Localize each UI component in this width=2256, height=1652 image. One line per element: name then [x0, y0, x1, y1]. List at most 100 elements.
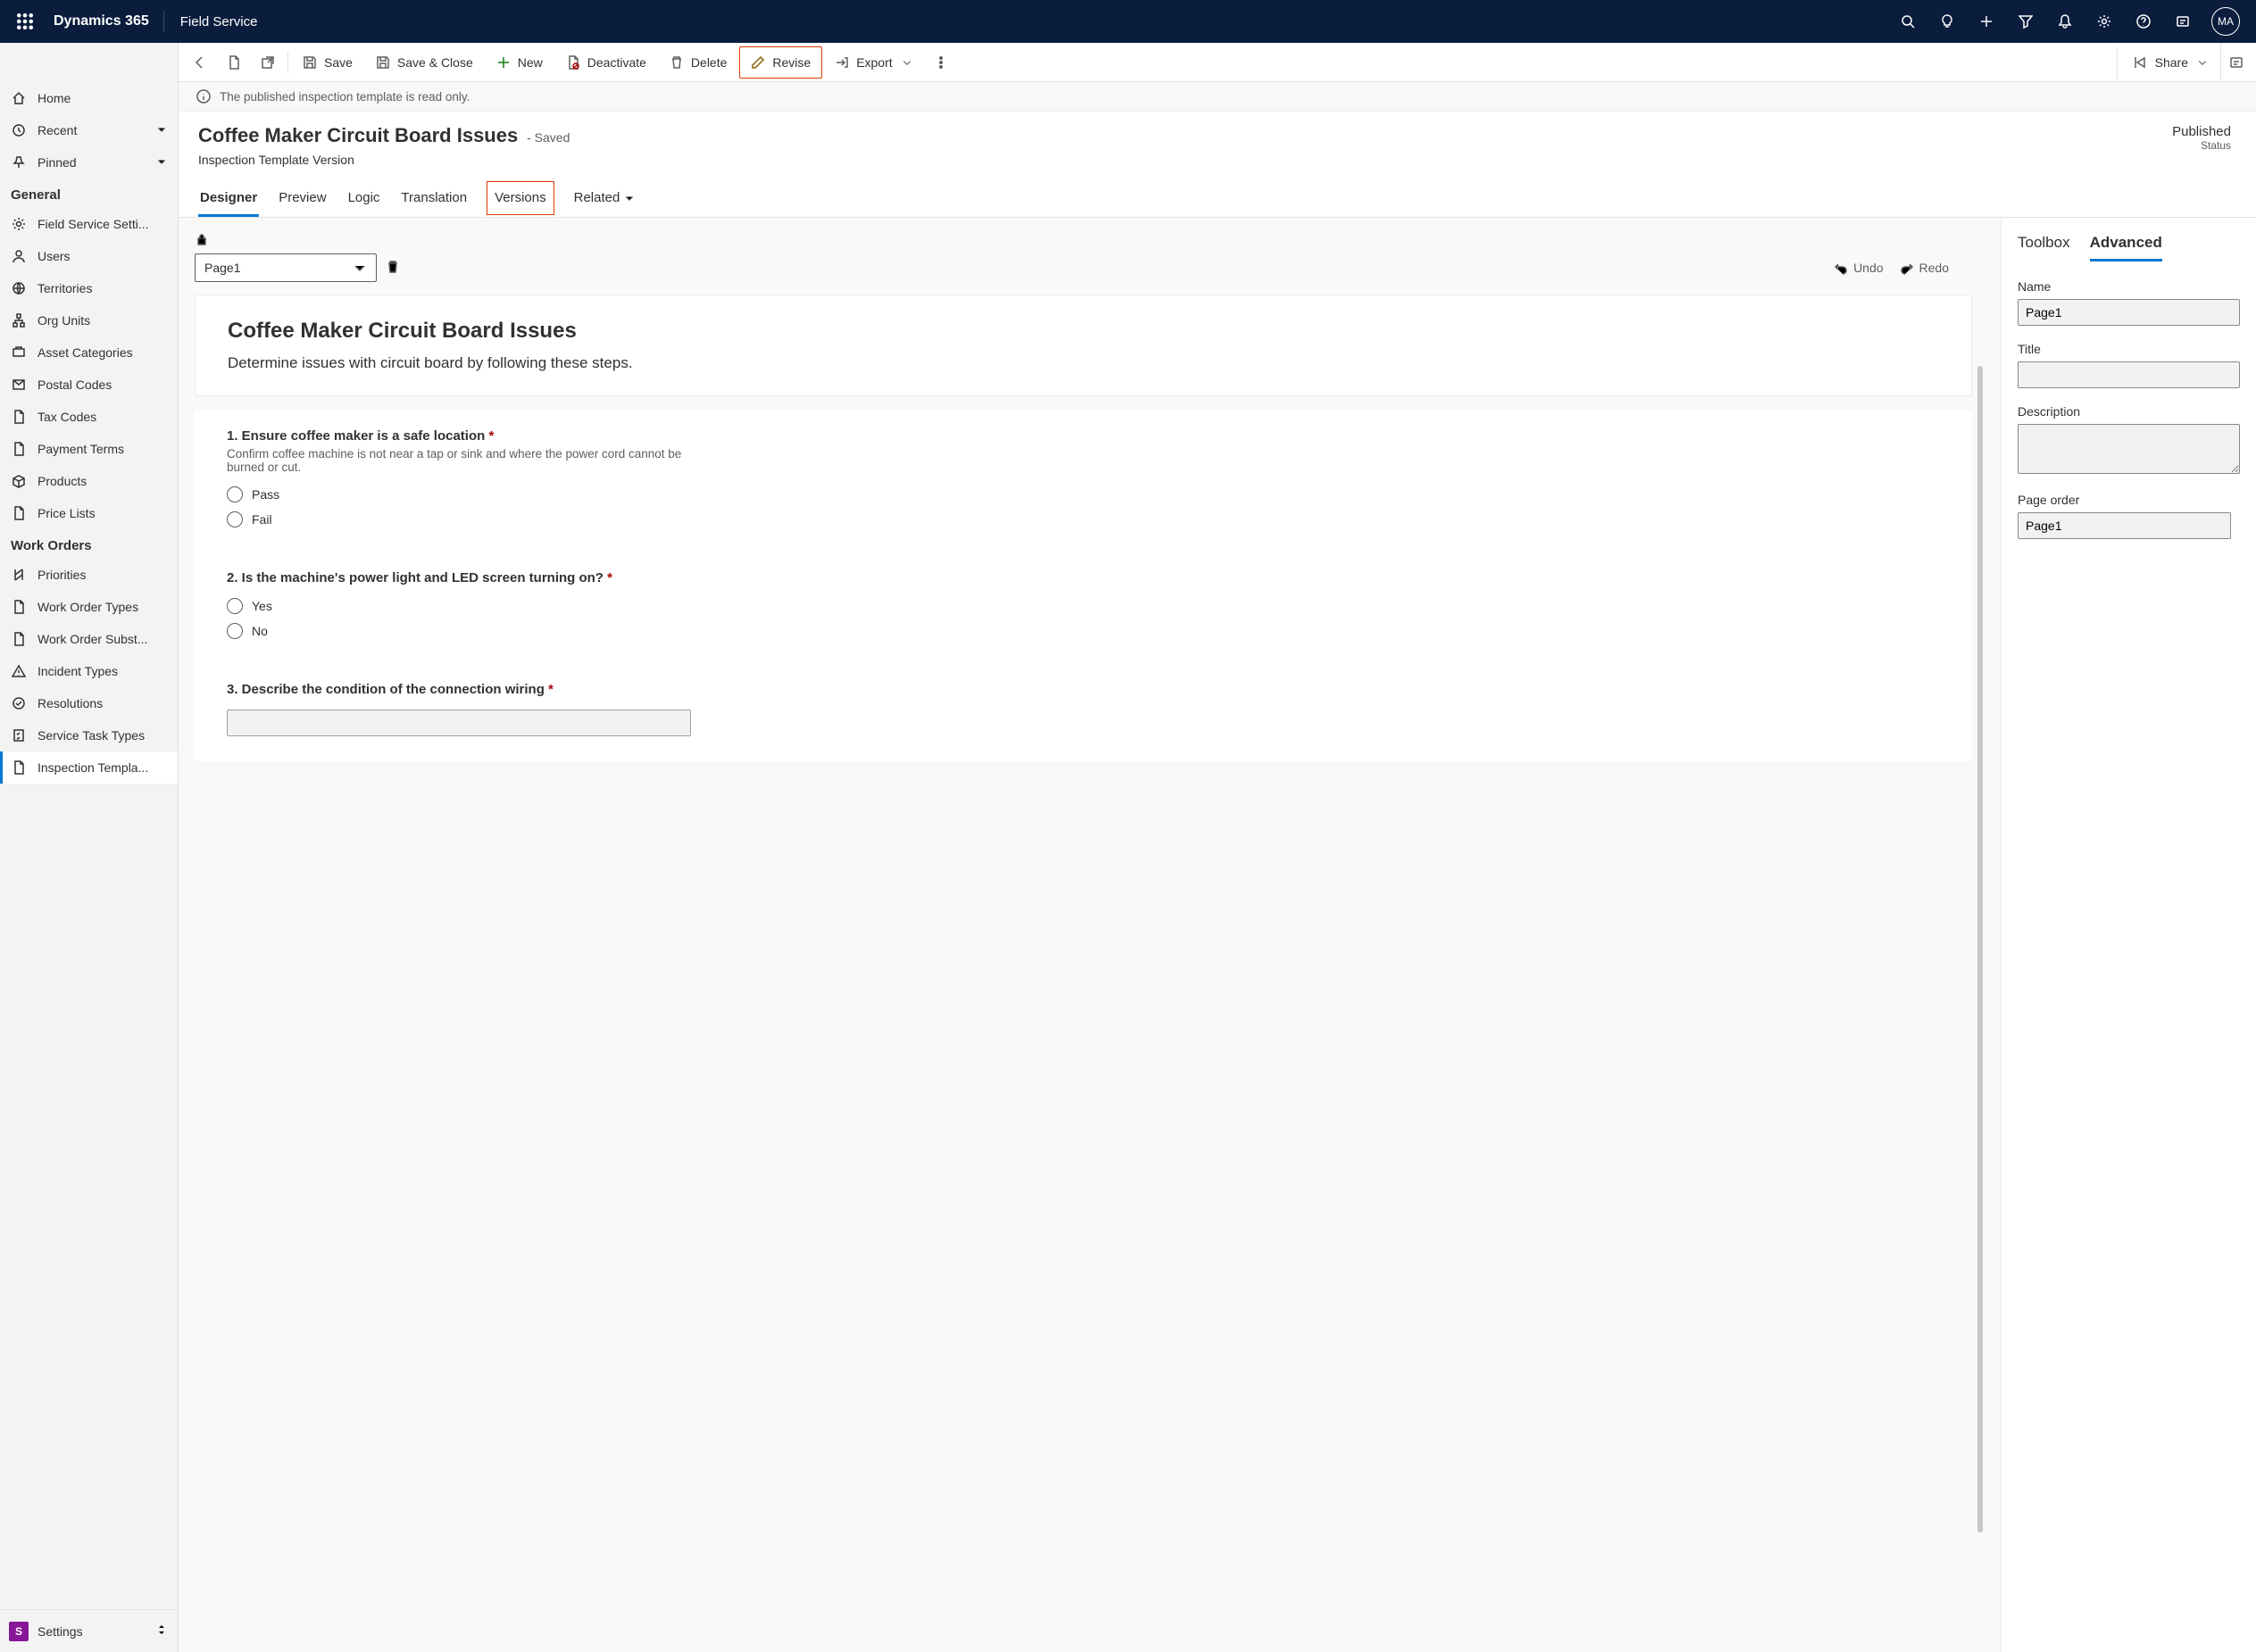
tab-logic[interactable]: Logic [346, 181, 382, 217]
nav-item[interactable]: Price Lists [0, 497, 178, 529]
export-button[interactable]: Export [824, 46, 922, 79]
saved-indicator: - Saved [527, 130, 570, 145]
advanced-find-icon[interactable] [2006, 0, 2045, 43]
tab-versions[interactable]: Versions [487, 181, 554, 215]
brand-label[interactable]: Dynamics 365 [43, 13, 160, 29]
notifications-icon[interactable] [2045, 0, 2085, 43]
nav-item[interactable]: Org Units [0, 304, 178, 336]
deactivate-button[interactable]: Deactivate [555, 46, 657, 79]
lock-icon [195, 232, 209, 246]
nav-item[interactable]: Work Order Subst... [0, 623, 178, 655]
chevron-updown-icon [154, 1623, 169, 1640]
scrollbar[interactable] [1977, 366, 1983, 1532]
open-new-window-button[interactable] [252, 46, 284, 79]
overflow-button[interactable] [925, 46, 957, 79]
status-value: Published [2172, 124, 2231, 139]
radio-option[interactable]: Yes [227, 598, 1940, 614]
nav-item-recent[interactable]: Recent [0, 114, 178, 146]
question-block[interactable]: 3. Describe the condition of the connect… [195, 664, 1972, 761]
search-icon[interactable] [1888, 0, 1927, 43]
back-button[interactable] [184, 46, 216, 79]
tab-designer[interactable]: Designer [198, 181, 259, 217]
panel-tab-advanced[interactable]: Advanced [2090, 234, 2162, 261]
nav-collapse-button[interactable] [0, 43, 178, 82]
nav-item[interactable]: Inspection Templa... [0, 751, 178, 784]
page-selector[interactable]: Page1 [195, 253, 377, 282]
inspection-description: Determine issues with circuit board by f… [228, 354, 1939, 372]
area-label: Settings [37, 1624, 83, 1639]
status-label: Status [2172, 139, 2231, 152]
header-divider [163, 11, 164, 32]
field-page-order-input[interactable] [2018, 512, 2231, 539]
redo-button[interactable]: Redo [1900, 261, 1949, 275]
site-map-nav: HomeRecentPinnedGeneralField Service Set… [0, 43, 179, 1652]
tab-translation[interactable]: Translation [399, 181, 469, 217]
field-name-input[interactable] [2018, 299, 2240, 326]
question-block[interactable]: 1. Ensure coffee maker is a safe locatio… [195, 411, 1972, 552]
nav-item[interactable]: Users [0, 240, 178, 272]
field-name-label: Name [2018, 279, 2240, 294]
save-button[interactable]: Save [292, 46, 363, 79]
radio-option[interactable]: No [227, 623, 1940, 639]
question-help: Confirm coffee machine is not near a tap… [227, 447, 709, 474]
field-description-input[interactable] [2018, 424, 2240, 474]
revise-button[interactable]: Revise [739, 46, 822, 79]
new-button[interactable]: New [486, 46, 554, 79]
text-answer-input[interactable] [227, 710, 691, 736]
tab-related[interactable]: Related [572, 181, 637, 217]
form-tabs: Designer Preview Logic Translation Versions R… [179, 181, 2256, 218]
field-description-label: Description [2018, 404, 2240, 419]
nav-item[interactable]: Incident Types [0, 655, 178, 687]
area-badge: S [9, 1622, 29, 1641]
undo-button[interactable]: Undo [1834, 261, 1883, 275]
radio-icon [227, 486, 243, 502]
assistant-panel-icon[interactable] [2163, 0, 2202, 43]
nav-item[interactable]: Field Service Setti... [0, 208, 178, 240]
nav-item[interactable]: Payment Terms [0, 433, 178, 465]
inspection-header-card[interactable]: Coffee Maker Circuit Board Issues Determ… [195, 295, 1972, 396]
nav-item[interactable]: Postal Codes [0, 369, 178, 401]
info-message: The published inspection template is rea… [220, 90, 470, 104]
top-header: Dynamics 365 Field Service MA [0, 0, 2256, 43]
nav-item[interactable]: Asset Categories [0, 336, 178, 369]
question-title: 3. Describe the condition of the connect… [227, 682, 1940, 697]
user-avatar[interactable]: MA [2211, 7, 2240, 36]
help-icon[interactable] [2124, 0, 2163, 43]
nav-item[interactable]: Resolutions [0, 687, 178, 719]
nav-item[interactable]: Work Order Types [0, 591, 178, 623]
app-launcher-icon[interactable] [7, 0, 43, 43]
save-close-button[interactable]: Save & Close [365, 46, 484, 79]
question-title: 1. Ensure coffee maker is a safe locatio… [227, 428, 1940, 444]
tab-preview[interactable]: Preview [277, 181, 328, 217]
assistant-toggle-button[interactable] [2220, 43, 2251, 81]
nav-item[interactable]: Territories [0, 272, 178, 304]
settings-gear-icon[interactable] [2085, 0, 2124, 43]
radio-option[interactable]: Fail [227, 511, 1940, 527]
question-block[interactable]: 2. Is the machine's power light and LED … [195, 552, 1972, 664]
area-switcher[interactable]: S Settings [0, 1609, 178, 1652]
radio-icon [227, 598, 243, 614]
nav-item-pinned[interactable]: Pinned [0, 146, 178, 178]
assistant-bulb-icon[interactable] [1927, 0, 1967, 43]
chevron-down-icon [353, 261, 367, 275]
radio-option[interactable]: Pass [227, 486, 1940, 502]
delete-page-button[interactable] [386, 260, 400, 277]
command-bar: Save Save & Close New Deactivate Delete … [179, 43, 2256, 82]
nav-group-title: Work Orders [0, 529, 178, 559]
app-name-label[interactable]: Field Service [168, 14, 271, 29]
nav-group-title: General [0, 178, 178, 208]
nav-item[interactable]: Service Task Types [0, 719, 178, 751]
nav-item-home[interactable]: Home [0, 82, 178, 114]
share-button[interactable]: Share [2123, 46, 2219, 79]
field-title-input[interactable] [2018, 361, 2240, 388]
canvas-toolbar: Page1 Undo Redo [195, 253, 1985, 282]
nav-item[interactable]: Tax Codes [0, 401, 178, 433]
quick-create-icon[interactable] [1967, 0, 2006, 43]
delete-button[interactable]: Delete [659, 46, 737, 79]
nav-item[interactable]: Priorities [0, 559, 178, 591]
status-block: Published Status [2172, 124, 2236, 152]
nav-item[interactable]: Products [0, 465, 178, 497]
page-selector-value: Page1 [204, 261, 240, 275]
record-set-button[interactable] [218, 46, 250, 79]
panel-tab-toolbox[interactable]: Toolbox [2018, 234, 2070, 261]
